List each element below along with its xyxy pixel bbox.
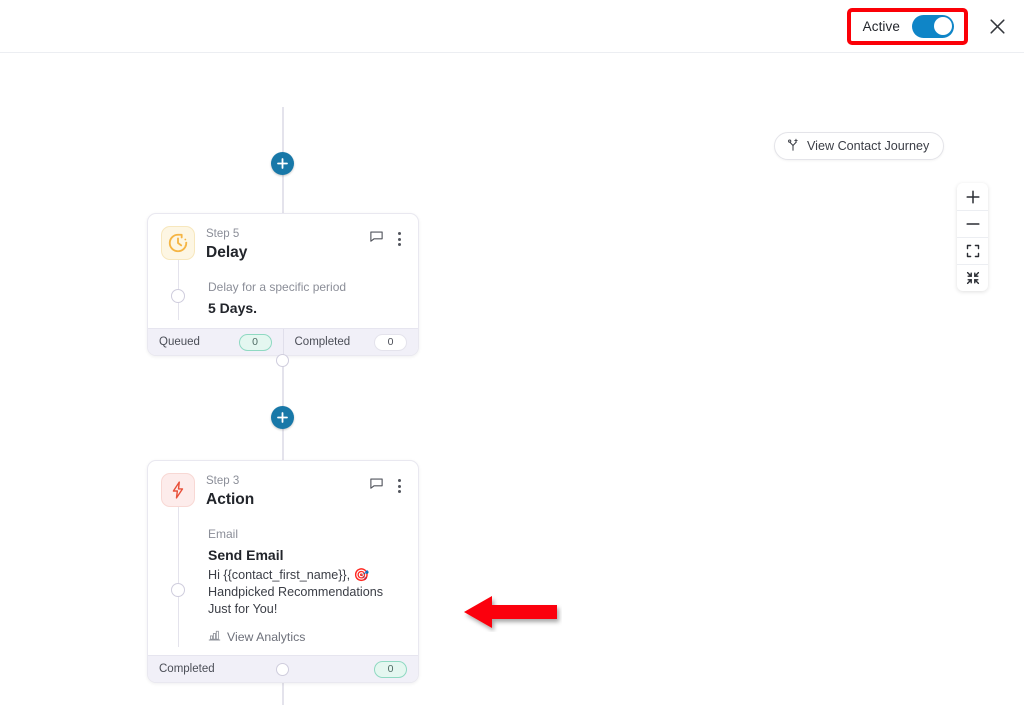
active-toggle-highlight: Active	[846, 7, 968, 45]
card-node-dot	[171, 289, 185, 303]
card-body: Step 3 Action Email Send Email Hi {{cont…	[148, 461, 418, 655]
flow-canvas[interactable]: Step 5 Delay Delay for a specific period…	[0, 54, 1024, 705]
step-title: Delay	[206, 244, 248, 261]
workflow-builder-screen: Active Step 5 Delay Delay for a specific…	[0, 0, 1024, 705]
card-inner-rail	[177, 507, 179, 647]
step-meta: Step 5 Delay	[206, 226, 369, 262]
view-contact-journey-label: View Contact Journey	[807, 139, 930, 153]
action-name: Send Email	[208, 547, 284, 563]
active-toggle-label: Active	[862, 18, 900, 34]
top-bar: Active	[0, 0, 1024, 53]
step-card-delay[interactable]: Step 5 Delay Delay for a specific period…	[147, 213, 419, 356]
fit-view-button[interactable]	[957, 237, 988, 264]
connector-node-below-action	[276, 663, 289, 676]
action-channel: Email	[208, 527, 239, 541]
step-number: Step 3	[206, 475, 240, 487]
zoom-out-button[interactable]	[957, 210, 988, 237]
more-options-icon[interactable]	[394, 230, 405, 248]
clock-icon	[161, 226, 195, 260]
connector-node-below-delay	[276, 354, 289, 367]
zoom-in-button[interactable]	[957, 183, 988, 210]
card-header: Step 5 Delay	[161, 226, 405, 262]
card-stats-footer: Queued 0 Completed 0	[148, 328, 418, 355]
active-toggle[interactable]	[912, 14, 954, 38]
add-step-button[interactable]	[271, 406, 294, 429]
more-options-icon[interactable]	[394, 477, 405, 495]
view-analytics-link[interactable]: View Analytics	[208, 629, 405, 645]
card-header: Step 3 Action	[161, 473, 405, 509]
card-detail: Delay for a specific period 5 Days.	[208, 262, 405, 318]
step-title: Action	[206, 491, 255, 508]
stat-badge: 0	[238, 333, 272, 351]
card-node-dot	[171, 583, 185, 597]
top-bar-actions: Active	[846, 7, 1024, 45]
red-pointer-arrow	[462, 592, 562, 632]
stat-label: Completed	[294, 336, 351, 348]
card-header-actions	[369, 473, 405, 496]
lightning-bolt-icon	[161, 473, 195, 507]
card-body: Step 5 Delay Delay for a specific period…	[148, 214, 418, 328]
view-analytics-label: View Analytics	[227, 630, 306, 644]
stat-label: Completed	[159, 663, 215, 675]
stat-completed[interactable]: Completed 0	[282, 329, 419, 355]
stat-badge: 0	[374, 660, 407, 678]
stat-label: Queued	[159, 336, 200, 348]
journey-branch-icon	[786, 138, 800, 155]
step-meta: Step 3 Action	[206, 473, 369, 509]
step-number: Step 5	[206, 228, 240, 240]
comment-icon[interactable]	[369, 476, 384, 496]
toggle-knob	[933, 17, 952, 35]
card-detail: Email Send Email Hi {{contact_first_name…	[208, 509, 405, 645]
card-header-actions	[369, 226, 405, 249]
stat-badge: 0	[374, 333, 407, 351]
delay-duration: 5 Days.	[208, 300, 258, 316]
email-subject-preview: Hi {{contact_first_name}}, 🎯 Handpicked …	[208, 568, 384, 616]
stat-queued[interactable]: Queued 0	[148, 329, 283, 355]
delay-description: Delay for a specific period	[208, 280, 347, 294]
zoom-controls	[957, 183, 988, 291]
bar-chart-icon	[208, 629, 221, 645]
comment-icon[interactable]	[369, 229, 384, 249]
add-step-button[interactable]	[271, 152, 294, 175]
step-card-action[interactable]: Step 3 Action Email Send Email Hi {{cont…	[147, 460, 419, 683]
view-contact-journey-button[interactable]: View Contact Journey	[774, 132, 945, 160]
close-icon[interactable]	[984, 13, 1010, 39]
collapse-view-button[interactable]	[957, 264, 988, 291]
